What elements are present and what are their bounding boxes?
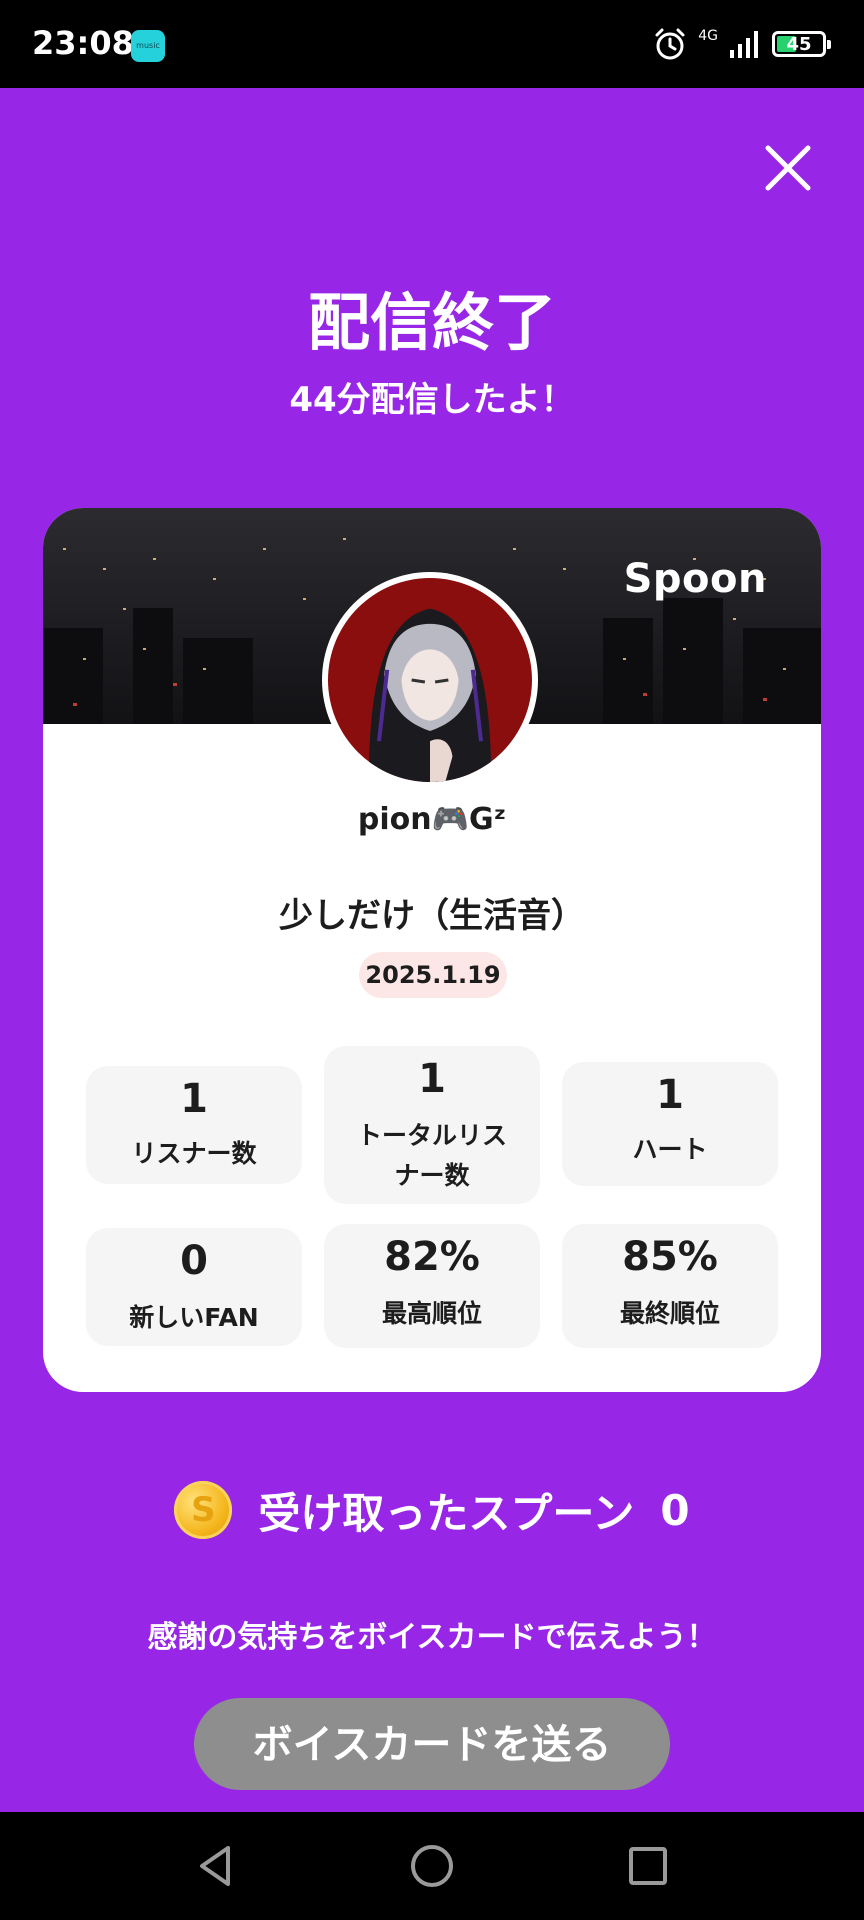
- network-type: 4G: [698, 28, 718, 44]
- avatar[interactable]: [322, 572, 538, 788]
- close-icon[interactable]: [762, 142, 814, 194]
- stat-new-fans: 0 新しいFAN: [86, 1228, 302, 1346]
- status-icons: 4G 45: [652, 24, 831, 64]
- live-summary-card: Spoon pion🎮Gᶻ 少しだけ（生活音） 2025.1.19 1 リスナー…: [43, 508, 821, 1392]
- stat-final-rank: 85% 最終順位: [562, 1224, 778, 1348]
- stat-label: 新しいFAN: [129, 1303, 259, 1332]
- stat-label: リスナー数: [131, 1139, 257, 1168]
- coin-icon: S: [174, 1481, 233, 1539]
- status-bar: 23:08 music 4G 45: [0, 0, 864, 88]
- stat-label: ハート: [632, 1135, 708, 1164]
- stat-highest-rank: 82% 最高順位: [324, 1224, 540, 1348]
- stat-label: トータルリス: [356, 1121, 507, 1150]
- spoons-received: S 受け取ったスプーン 0: [0, 1478, 864, 1542]
- send-voice-card-button[interactable]: ボイスカードを送る: [194, 1698, 670, 1790]
- date-badge: 2025.1.19: [359, 952, 507, 998]
- stat-value: 1: [656, 1072, 684, 1118]
- recents-icon[interactable]: [622, 1840, 674, 1892]
- back-icon[interactable]: [190, 1840, 242, 1892]
- stat-listeners: 1 リスナー数: [86, 1066, 302, 1184]
- avatar-image: [328, 578, 532, 782]
- coin-letter: S: [191, 1490, 216, 1530]
- stat-value: 1: [180, 1076, 208, 1122]
- thanks-message: 感謝の気持ちをボイスカードで伝えよう！: [147, 1620, 717, 1655]
- stat-label-line2: ナー数: [394, 1161, 470, 1190]
- home-icon[interactable]: [406, 1840, 458, 1892]
- spoons-label: 受け取ったスプーン: [258, 1488, 635, 1538]
- battery-icon: 45: [772, 31, 831, 57]
- signal-icon: [730, 31, 758, 58]
- stat-value: 0: [180, 1238, 208, 1284]
- status-time: 23:08: [32, 24, 134, 62]
- spoon-logo: Spoon: [623, 556, 767, 602]
- stat-label: 最終順位: [619, 1299, 720, 1328]
- stat-hearts: 1 ハート: [562, 1062, 778, 1186]
- stat-label: 最高順位: [381, 1299, 482, 1328]
- music-app-icon: music: [131, 30, 165, 62]
- stat-value: 1: [418, 1056, 446, 1102]
- stat-value: 85%: [622, 1234, 718, 1280]
- live-title: 少しだけ（生活音）: [279, 896, 585, 936]
- spoons-count: 0: [660, 1485, 690, 1535]
- duration-text: 44分配信したよ！: [289, 380, 575, 420]
- stat-total-listeners: 1 トータルリス ナー数: [324, 1046, 540, 1204]
- stat-value: 82%: [384, 1234, 480, 1280]
- username: pion🎮Gᶻ: [357, 802, 507, 837]
- battery-percent: 45: [786, 33, 812, 55]
- navigation-bar: [0, 1812, 864, 1920]
- page-title: 配信終了: [307, 286, 556, 359]
- alarm-icon: [655, 28, 685, 60]
